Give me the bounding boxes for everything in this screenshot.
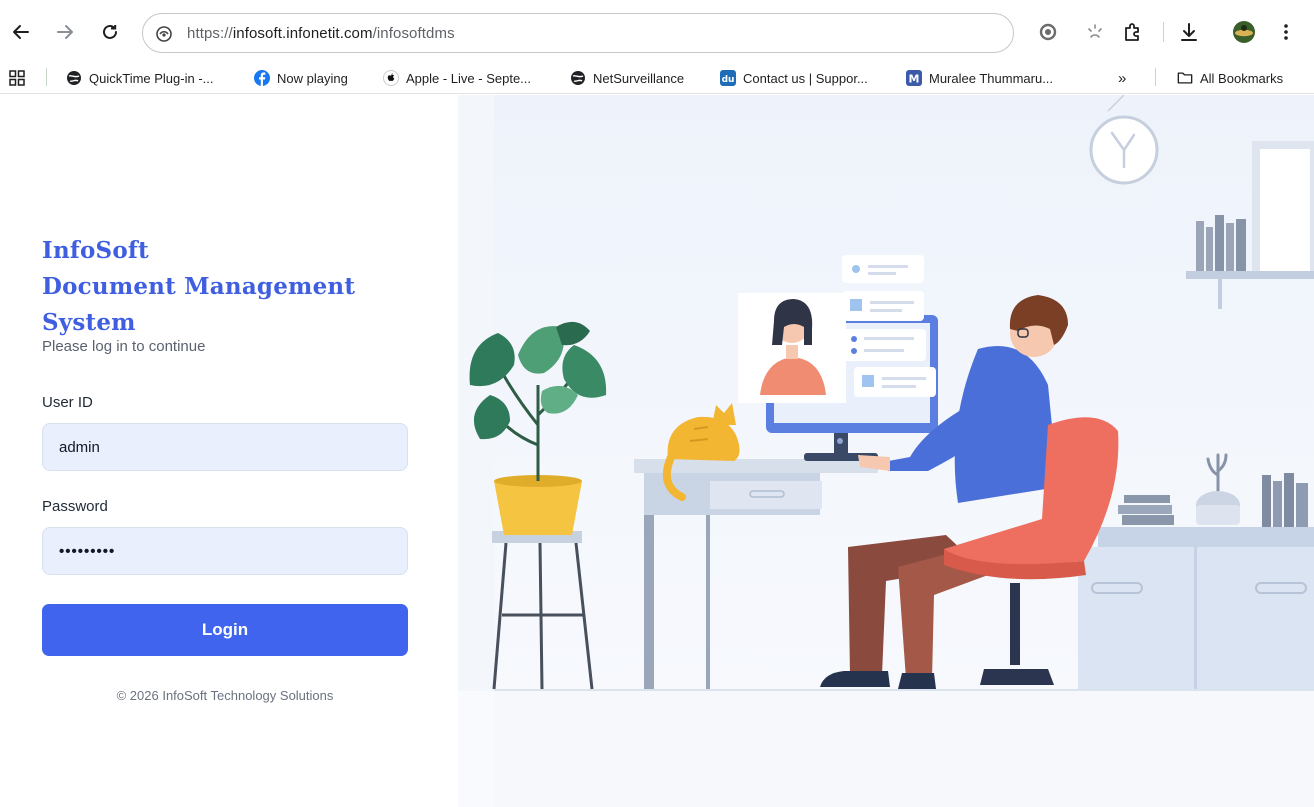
bookmark-now-playing[interactable]: Now playing: [254, 68, 348, 88]
bookmarks-overflow-button[interactable]: »: [1118, 68, 1126, 88]
du-icon: du: [720, 70, 736, 86]
password-input[interactable]: •••••••••: [42, 527, 408, 575]
profile-avatar[interactable]: [1232, 20, 1256, 44]
bookmark-netsurveillance[interactable]: NetSurveillance: [570, 68, 684, 88]
browser-toolbar: https://infosoft.infonetit.com/infosoftd…: [0, 0, 1314, 62]
apple-icon: [383, 70, 399, 86]
workspace-illustration: [458, 95, 1314, 807]
video-call-card: [738, 293, 846, 403]
copyright-footer: © 2026 InfoSoft Technology Solutions: [116, 688, 334, 703]
url-text[interactable]: https://infosoft.infonetit.com/infosoftd…: [187, 25, 455, 42]
arrow-right-icon: [57, 25, 73, 39]
page-content: InfoSoft Document Management System Plea…: [0, 95, 1314, 807]
bookmark-muralee[interactable]: M Muralee Thummaru...: [906, 68, 1053, 88]
back-button[interactable]: [6, 17, 36, 47]
bookmark-quicktime[interactable]: QuickTime Plug-in -...: [66, 68, 214, 88]
forward-button[interactable]: [50, 17, 80, 47]
login-button[interactable]: Login: [42, 604, 408, 656]
reload-button[interactable]: [95, 17, 125, 47]
arrow-left-icon: [13, 25, 29, 39]
bookmark-apple[interactable]: Apple - Live - Septe...: [383, 68, 531, 88]
site-info-icon[interactable]: [153, 23, 175, 45]
svg-text:du: du: [722, 75, 735, 85]
menu-icon[interactable]: [1274, 20, 1298, 44]
m-icon: M: [906, 70, 922, 86]
folder-icon: [1177, 70, 1193, 86]
svg-text:M: M: [909, 73, 920, 86]
all-bookmarks-button[interactable]: All Bookmarks: [1177, 68, 1283, 88]
password-label: Password: [42, 498, 108, 515]
bookmark-contact-us[interactable]: du Contact us | Suppor...: [720, 68, 868, 88]
apps-icon[interactable]: [9, 68, 25, 88]
globe-icon: [66, 70, 82, 86]
login-panel: InfoSoft Document Management System Plea…: [0, 95, 458, 807]
facebook-icon: [254, 70, 270, 86]
user-id-input[interactable]: admin: [42, 423, 408, 471]
user-id-label: User ID: [42, 394, 93, 411]
globe-icon: [570, 70, 586, 86]
translate-icon[interactable]: [1083, 20, 1107, 44]
reload-icon: [103, 24, 117, 39]
address-bar[interactable]: https://infosoft.infonetit.com/infosoftd…: [142, 13, 1014, 53]
app-title: InfoSoft Document Management System: [42, 237, 356, 336]
download-icon[interactable]: [1177, 20, 1201, 44]
login-subtitle: Please log in to continue: [42, 338, 206, 355]
extensions-icon[interactable]: [1120, 20, 1144, 44]
tracking-icon[interactable]: [1036, 20, 1060, 44]
